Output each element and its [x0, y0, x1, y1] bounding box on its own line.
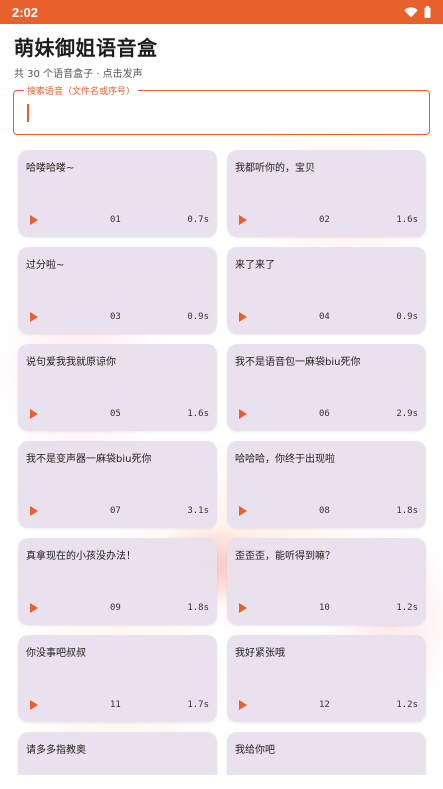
voice-duration: 1.6s [396, 215, 418, 225]
voice-duration: 0.7s [187, 215, 209, 225]
voice-number: 03 [110, 312, 121, 322]
voice-duration: 0.9s [396, 312, 418, 322]
voice-number: 08 [319, 506, 330, 516]
voice-card[interactable]: 你没事吧叔叔 11 1.7s [18, 635, 217, 722]
voice-card[interactable]: 哈哈哈，你终于出现啦 08 1.8s [227, 441, 426, 528]
voice-number: 07 [110, 506, 121, 516]
play-icon[interactable] [239, 215, 247, 225]
voice-card[interactable]: 来了来了 04 0.9s [227, 247, 426, 334]
search-input[interactable]: 搜索语音（文件名或序号） [13, 84, 430, 135]
play-icon[interactable] [30, 603, 38, 613]
voice-name: 我不是变声器一麻袋biu死你 [26, 454, 152, 465]
voice-number: 02 [319, 215, 330, 225]
wifi-icon [404, 6, 418, 17]
voice-card[interactable]: 我好紧张哦 12 1.2s [227, 635, 426, 722]
voice-number: 06 [319, 409, 330, 419]
voice-card[interactable]: 真拿现在的小孩没办法！ 09 1.8s [18, 538, 217, 625]
voice-duration: 1.7s [187, 700, 209, 710]
play-icon[interactable] [30, 700, 38, 710]
voice-duration: 3.1s [187, 506, 209, 516]
voice-number: 09 [110, 603, 121, 613]
voice-number: 11 [110, 700, 121, 710]
voice-name: 我好紧张哦 [235, 648, 285, 659]
app-header: 萌妹御姐语音盒 共 30 个语音盒子 · 点击发声 [14, 32, 158, 80]
voice-card[interactable]: 说句爱我我就原谅你 05 1.6s [18, 344, 217, 431]
voice-name: 我给你吧 [235, 745, 275, 756]
voice-card[interactable]: 我都听你的，宝贝 02 1.6s [227, 150, 426, 237]
battery-icon [424, 6, 431, 18]
voice-card[interactable]: 过分啦~ 03 0.9s [18, 247, 217, 334]
play-icon[interactable] [30, 312, 38, 322]
play-icon[interactable] [30, 215, 38, 225]
voice-duration: 1.2s [396, 603, 418, 613]
voice-number: 10 [319, 603, 330, 613]
voice-name: 请多多指教奥 [26, 745, 86, 756]
voice-number: 01 [110, 215, 121, 225]
voice-duration: 1.2s [396, 700, 418, 710]
voice-name: 我不是语音包一麻袋biu死你 [235, 357, 361, 368]
status-time: 2:02 [12, 4, 39, 20]
voice-card[interactable]: 歪歪歪，能听得到嘛？ 10 1.2s [227, 538, 426, 625]
voice-name: 歪歪歪，能听得到嘛？ [235, 551, 335, 562]
voice-name: 你没事吧叔叔 [26, 648, 86, 659]
voice-name: 过分啦~ [26, 260, 65, 271]
voice-card[interactable]: 我不是语音包一麻袋biu死你 06 2.9s [227, 344, 426, 431]
play-icon[interactable] [30, 506, 38, 516]
play-icon[interactable] [239, 700, 247, 710]
voice-name: 哈哈哈，你终于出现啦 [235, 454, 335, 465]
voice-card[interactable]: 我不是变声器一麻袋biu死你 07 3.1s [18, 441, 217, 528]
search-label: 搜索语音（文件名或序号） [24, 84, 139, 97]
play-icon[interactable] [30, 409, 38, 419]
play-icon[interactable] [239, 506, 247, 516]
voice-grid: 哈喽哈喽~ 01 0.7s 我都听你的，宝贝 02 1.6s 过分啦~ 03 0.9s 来了来了 0… [18, 150, 426, 789]
status-bar: 2:02 [0, 0, 443, 24]
voice-duration: 2.9s [396, 409, 418, 419]
voice-name: 来了来了 [235, 260, 275, 271]
voice-duration: 1.8s [187, 603, 209, 613]
voice-duration: 0.9s [187, 312, 209, 322]
play-icon[interactable] [239, 312, 247, 322]
play-icon[interactable] [239, 409, 247, 419]
text-cursor [27, 104, 29, 122]
voice-number: 05 [110, 409, 121, 419]
play-icon[interactable] [239, 603, 247, 613]
voice-name: 哈喽哈喽~ [26, 163, 75, 174]
voice-number: 04 [319, 312, 330, 322]
voice-duration: 1.6s [187, 409, 209, 419]
voice-name: 我都听你的，宝贝 [235, 163, 315, 174]
voice-card[interactable]: 哈喽哈喽~ 01 0.7s [18, 150, 217, 237]
voice-number: 12 [319, 700, 330, 710]
voice-name: 说句爱我我就原谅你 [26, 357, 116, 368]
page-title: 萌妹御姐语音盒 [14, 36, 158, 60]
voice-name: 真拿现在的小孩没办法！ [26, 551, 136, 562]
voice-duration: 1.8s [396, 506, 418, 516]
page-subtitle: 共 30 个语音盒子 · 点击发声 [14, 69, 143, 80]
